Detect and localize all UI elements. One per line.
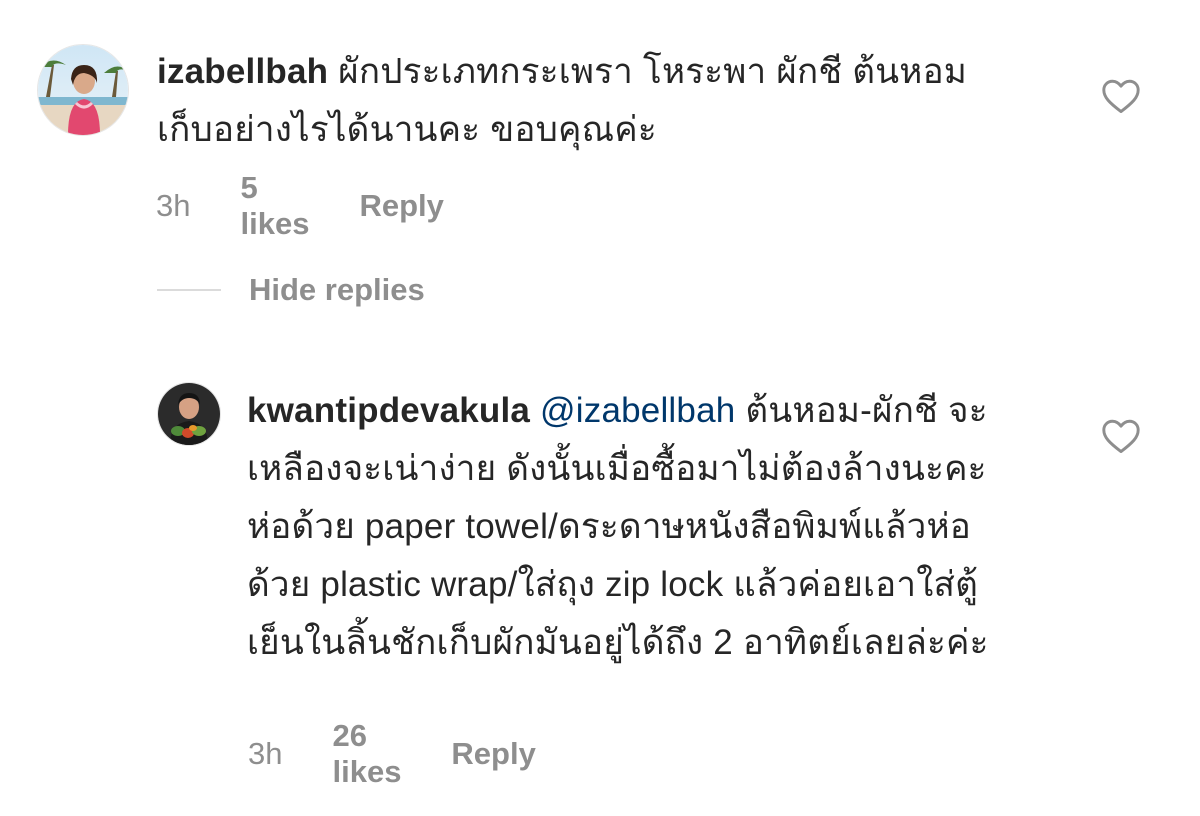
reply-button[interactable]: Reply (451, 736, 535, 772)
comments-thread: izabellbah ผักประเภทกระเพรา โหระพา ผักชี… (0, 0, 1200, 816)
like-heart-icon[interactable] (1101, 78, 1141, 114)
reply-button[interactable]: Reply (359, 188, 443, 224)
reply-username[interactable]: kwantipdevakula (247, 391, 530, 430)
avatar[interactable] (37, 44, 129, 136)
avatar[interactable] (157, 382, 221, 446)
divider-line (157, 289, 221, 291)
reply-meta: 3h 26 likes Reply (248, 718, 536, 790)
comment-timestamp: 3h (156, 188, 191, 223)
hide-replies-label: Hide replies (249, 272, 425, 307)
comment-likes[interactable]: 5 likes (240, 170, 309, 242)
reply-mention[interactable]: @izabellbah (540, 391, 735, 430)
like-heart-icon[interactable] (1101, 418, 1141, 454)
reply-body: ต้นหอม-ผักชี จะเหลืองจะเน่าง่าย ดังนั้นเ… (247, 391, 989, 662)
comment-text: izabellbah ผักประเภทกระเพรา โหระพา ผักชี… (157, 43, 1017, 159)
reply-likes[interactable]: 26 likes (332, 718, 401, 790)
reply-text: kwantipdevakula @izabellbah ต้นหอม-ผักชี… (247, 382, 1017, 672)
hide-replies-toggle[interactable]: Hide replies (157, 272, 425, 308)
comment-meta: 3h 5 likes Reply (156, 170, 444, 242)
comment-username[interactable]: izabellbah (157, 52, 328, 91)
reply-timestamp: 3h (248, 736, 283, 771)
